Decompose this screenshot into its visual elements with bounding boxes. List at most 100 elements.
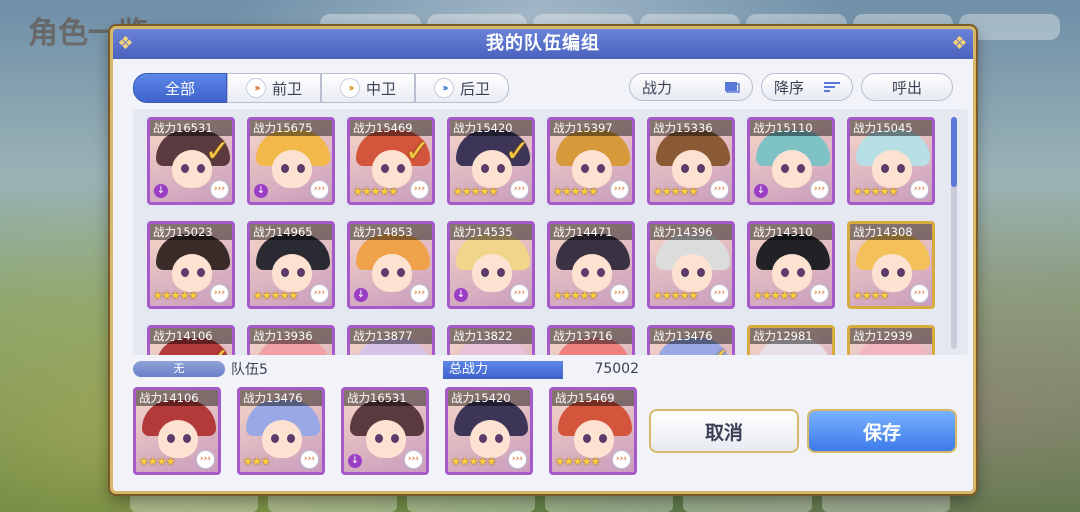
card-power: 战力15023 — [150, 224, 232, 240]
character-eye — [287, 434, 295, 443]
role-chevron-icon: ››› — [410, 284, 429, 303]
character-face — [372, 254, 412, 292]
character-card[interactable]: 战力15420 ★★★★★ ››› ✓ — [447, 117, 535, 205]
star-rating: ★★★★ — [139, 455, 175, 468]
card-power: 战力13936 — [250, 328, 332, 344]
character-card[interactable]: 战力13822››› — [447, 325, 535, 355]
character-card[interactable]: 战力14396 ★★★★★ ››› — [647, 221, 735, 309]
tab-middle[interactable]: ››› 中卫 — [321, 73, 415, 103]
sort-order-button[interactable]: 降序 — [761, 73, 853, 101]
star-rating: ★★★★★ — [153, 289, 198, 302]
character-card[interactable]: 战力14310 ★★★★★ ››› — [747, 221, 835, 309]
power-sort-button[interactable]: 战力 — [629, 73, 753, 101]
character-card[interactable]: 战力12939››› — [847, 325, 935, 355]
role-chevron-icon: ››› — [310, 284, 329, 303]
role-chevron-icon: ››› — [404, 450, 423, 469]
star-rating: ★★★★ — [853, 289, 889, 302]
character-card[interactable]: 战力15420 ★★★★★ ››› — [445, 387, 533, 475]
position-filter: 全部 ››› 前卫 ››› 中卫 ››› 后卫 — [133, 73, 509, 103]
character-card[interactable]: 战力14106 ★★★★ ››› — [133, 387, 221, 475]
role-chevron-icon: ››› — [810, 284, 829, 303]
character-card[interactable]: 战力15110 ››› ↓ — [747, 117, 835, 205]
character-card[interactable]: 战力12981››› — [747, 325, 835, 355]
star-rating: ★★★★★ — [653, 185, 698, 198]
character-eye — [497, 268, 505, 277]
role-chevron-icon: ››› — [910, 180, 929, 199]
role-chevron-icon: ››› — [810, 180, 829, 199]
star-rating: ★★★★★ — [555, 455, 600, 468]
save-button[interactable]: 保存 — [807, 409, 957, 453]
tab-all[interactable]: 全部 — [133, 73, 227, 103]
card-power: 战力15110 — [750, 120, 832, 136]
tab-front[interactable]: ››› 前卫 — [227, 73, 321, 103]
rank-down-icon: ↓ — [754, 184, 768, 198]
star-rating: ★★★★★ — [253, 289, 298, 302]
character-card[interactable]: 战力15336 ★★★★★ ››› — [647, 117, 735, 205]
character-card[interactable]: 战力14106›››✓ — [147, 325, 235, 355]
selected-check-icon: ✓ — [205, 342, 230, 355]
role-chevron-icon: ››› — [710, 180, 729, 199]
role-chevron-icon: ››› — [196, 450, 215, 469]
character-eye — [297, 268, 305, 277]
card-power: 战力13476 — [240, 390, 322, 406]
character-eye — [271, 434, 279, 443]
character-eye — [581, 164, 589, 173]
card-power: 战力16531 — [344, 390, 426, 406]
character-card[interactable]: 战力13936››› — [247, 325, 335, 355]
role-chevron-icon: ››› — [210, 180, 229, 199]
character-card[interactable]: 战力15469 ★★★★★ ››› ✓ — [347, 117, 435, 205]
cancel-button[interactable]: 取消 — [649, 409, 799, 453]
character-card[interactable]: 战力16531 ››› ↓ — [341, 387, 429, 475]
card-power: 战力14535 — [450, 224, 532, 240]
scroll-thumb[interactable] — [951, 117, 957, 187]
character-card[interactable]: 战力14471 ★★★★★ ››› — [547, 221, 635, 309]
character-eye — [881, 268, 889, 277]
character-eye — [391, 434, 399, 443]
character-card[interactable]: 战力13877››› — [347, 325, 435, 355]
character-eye — [281, 268, 289, 277]
sort-icon — [824, 82, 840, 92]
star-rating: ★★★★★ — [453, 185, 498, 198]
character-eye — [497, 164, 505, 173]
character-card[interactable]: 战力16531★›››↓✓ — [147, 117, 235, 205]
character-card[interactable]: 战力15469 ★★★★★ ››› — [549, 387, 637, 475]
character-card[interactable]: 战力14308 ★★★★ ››› — [847, 221, 935, 309]
character-eye — [599, 434, 607, 443]
role-chevron-icon: ››› — [910, 284, 929, 303]
star-rating: ★★★★★ — [653, 289, 698, 302]
character-eye — [281, 164, 289, 173]
character-eye — [197, 164, 205, 173]
character-roster: 战力16531★›››↓✓战力15675›››↓战力15469★★★★★›››✓… — [133, 109, 968, 355]
character-card[interactable]: 战力13476 ★★★ ››› — [237, 387, 325, 475]
dialog-titlebar: ❖ 我的队伍编组 ❖ — [113, 29, 973, 59]
rank-down-icon: ↓ — [254, 184, 268, 198]
roster-scrollbar[interactable] — [951, 117, 957, 349]
character-eye — [495, 434, 503, 443]
character-card[interactable]: 战力14853 ››› ↓ — [347, 221, 435, 309]
character-eye — [381, 164, 389, 173]
character-eye — [781, 268, 789, 277]
window-icon — [725, 82, 740, 93]
card-power: 战力12939 — [850, 328, 932, 344]
character-card[interactable]: 战力15397 ★★★★★ ››› — [547, 117, 635, 205]
team-name: 队伍5 — [231, 362, 268, 378]
star-rating: ★★★★★ — [353, 185, 398, 198]
character-face — [470, 420, 510, 458]
card-power: 战力12981 — [750, 328, 832, 344]
team-tag[interactable]: 无 — [133, 361, 225, 377]
character-card[interactable]: 战力13716››› — [547, 325, 635, 355]
card-power: 战力15469 — [552, 390, 634, 406]
character-card[interactable]: 战力15023 ★★★★★ ››› — [147, 221, 235, 309]
role-chevron-icon: ››› — [508, 450, 527, 469]
character-face — [262, 420, 302, 458]
card-power: 战力15045 — [850, 120, 932, 136]
character-eye — [897, 268, 905, 277]
card-power: 战力14471 — [550, 224, 632, 240]
tab-back[interactable]: ››› 后卫 — [415, 73, 509, 103]
character-card[interactable]: 战力15675 ››› ↓ — [247, 117, 335, 205]
character-card[interactable]: 战力13476›››✓ — [647, 325, 735, 355]
recall-button[interactable]: 呼出 — [861, 73, 953, 101]
character-card[interactable]: 战力15045 ★★★★★ ››› — [847, 117, 935, 205]
character-card[interactable]: 战力14535 ››› ↓ — [447, 221, 535, 309]
character-card[interactable]: 战力14965 ★★★★★ ››› — [247, 221, 335, 309]
